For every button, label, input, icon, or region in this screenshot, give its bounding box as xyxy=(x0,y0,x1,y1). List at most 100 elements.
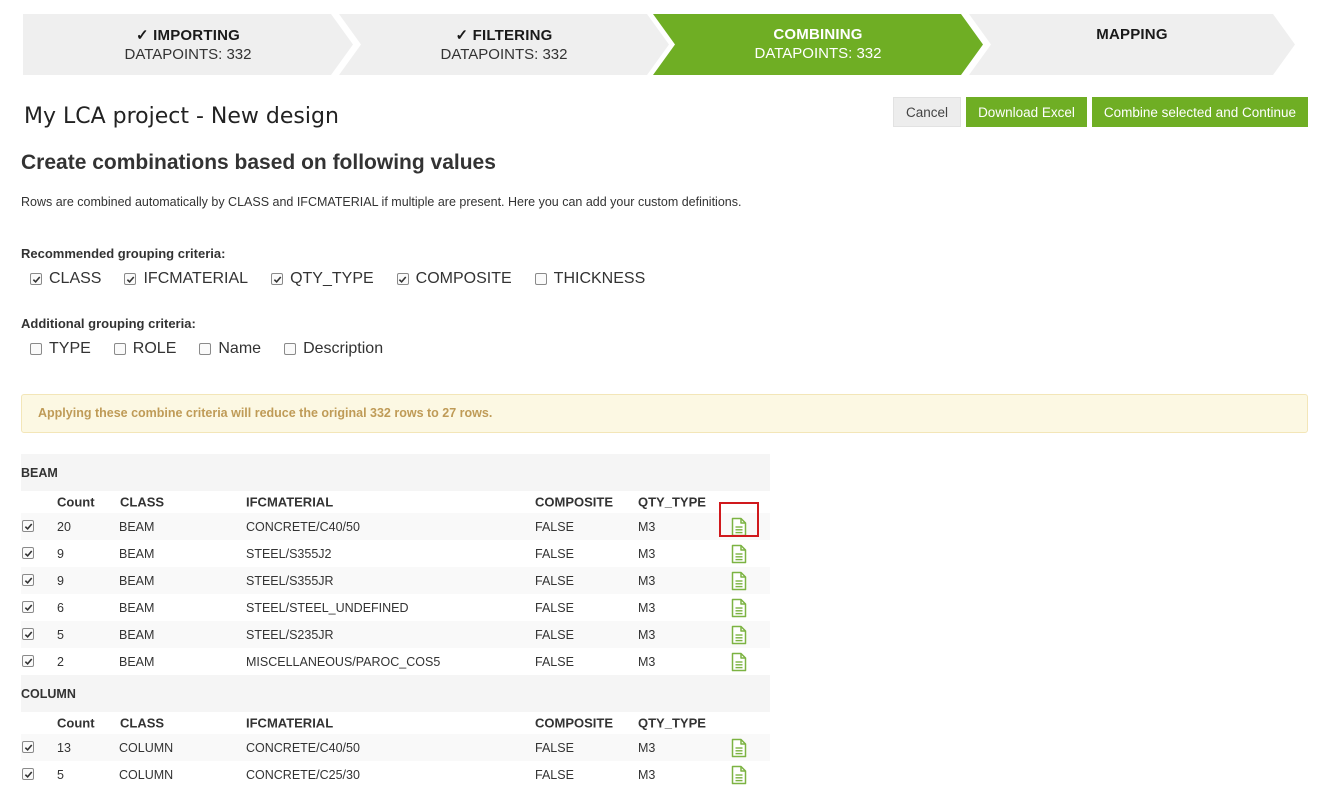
composite-header[interactable]: COMPOSITE xyxy=(535,495,613,510)
download-excel-button[interactable]: Download Excel xyxy=(966,97,1087,127)
additional-option-label: Name xyxy=(218,340,262,357)
row-details-button[interactable] xyxy=(729,598,749,618)
row-select-cell xyxy=(22,547,34,561)
cell-composite: FALSE xyxy=(535,654,574,669)
class-header[interactable]: CLASS xyxy=(120,716,164,731)
recommended-checkbox[interactable] xyxy=(30,273,42,285)
cell-qty: M3 xyxy=(638,654,656,669)
row-select-checkbox[interactable] xyxy=(22,628,34,640)
row-details-button[interactable] xyxy=(729,544,749,564)
highlight-box xyxy=(719,502,759,537)
reduction-alert: Applying these combine criteria will red… xyxy=(21,394,1308,433)
recommended-option-qty-type[interactable]: QTY_TYPE xyxy=(271,270,374,288)
qty-type-header[interactable]: QTY_TYPE xyxy=(638,495,706,510)
additional-checkbox[interactable] xyxy=(199,343,212,355)
row-select-checkbox[interactable] xyxy=(22,741,34,753)
recommended-checkbox[interactable] xyxy=(534,273,547,285)
count-header[interactable]: Count xyxy=(57,495,95,510)
cell-composite: FALSE xyxy=(535,767,574,782)
recommended-criteria: CLASS IFCMATERIAL QTY_TYPE COMPOSITE THICKNE… xyxy=(30,270,668,288)
row-select-checkbox[interactable] xyxy=(22,574,34,586)
recommended-criteria-label: Recommended grouping criteria: xyxy=(21,246,226,261)
composite-header[interactable]: COMPOSITE xyxy=(535,716,613,731)
step-filtering-shape xyxy=(339,14,669,75)
combination-table: BEAM Count CLASS IFCMATERIAL COMPOSITE QTY_TY… xyxy=(21,454,770,788)
combine-continue-button[interactable]: Combine selected and Continue xyxy=(1091,97,1308,127)
step-importing-title: ✓ IMPORTING xyxy=(136,27,240,44)
table-header: Count CLASS IFCMATERIAL COMPOSITE QTY_TYPE xyxy=(21,712,770,734)
recommended-option-composite[interactable]: COMPOSITE xyxy=(396,270,512,288)
cell-composite: FALSE xyxy=(535,740,574,755)
cell-class: COLUMN xyxy=(119,767,174,782)
step-mapping-title: MAPPING xyxy=(1096,26,1168,43)
row-details-button[interactable] xyxy=(729,652,749,672)
row-details-button[interactable] xyxy=(729,625,749,645)
ifcmaterial-header[interactable]: IFCMATERIAL xyxy=(246,716,333,731)
qty-type-header[interactable]: QTY_TYPE xyxy=(638,716,706,731)
checkmark-icon xyxy=(24,770,32,778)
table-row: 9 BEAM STEEL/S355J2 FALSE M3 xyxy=(21,540,770,567)
ifcmaterial-header[interactable]: IFCMATERIAL xyxy=(246,495,333,510)
cell-qty: M3 xyxy=(638,519,656,534)
cell-class: BEAM xyxy=(119,627,155,642)
document-icon[interactable] xyxy=(729,571,749,591)
table-row: 20 BEAM CONCRETE/C40/50 FALSE M3 xyxy=(21,502,770,540)
recommended-option-thickness[interactable]: THICKNESS xyxy=(534,270,645,288)
count-header[interactable]: Count xyxy=(57,716,95,731)
class-header[interactable]: CLASS xyxy=(120,495,164,510)
row-select-cell xyxy=(22,574,34,588)
cell-composite: FALSE xyxy=(535,627,574,642)
cell-composite: FALSE xyxy=(535,519,574,534)
cell-count: 5 xyxy=(57,627,64,642)
cell-composite: FALSE xyxy=(535,573,574,588)
cell-count: 20 xyxy=(57,519,71,534)
cell-class: BEAM xyxy=(119,654,155,669)
row-select-checkbox[interactable] xyxy=(22,520,34,532)
step-importing-shape xyxy=(23,14,353,75)
cell-count: 9 xyxy=(57,546,64,561)
recommended-option-ifcmaterial[interactable]: IFCMATERIAL xyxy=(124,270,248,288)
row-select-checkbox[interactable] xyxy=(22,655,34,667)
cell-material: STEEL/S355JR xyxy=(246,573,334,588)
row-details-button[interactable] xyxy=(729,765,749,785)
additional-criteria: TYPE ROLE Name Description xyxy=(30,340,406,358)
additional-option-label: ROLE xyxy=(132,340,177,357)
document-icon[interactable] xyxy=(729,765,749,785)
table-header: Count CLASS IFCMATERIAL COMPOSITE QTY_TYPE xyxy=(21,491,770,513)
document-icon[interactable] xyxy=(729,738,749,758)
project-title: My LCA project - New design xyxy=(24,104,339,129)
additional-option-role[interactable]: ROLE xyxy=(113,340,177,358)
recommended-checkbox[interactable] xyxy=(271,273,284,285)
cell-class: BEAM xyxy=(119,546,155,561)
additional-checkbox[interactable] xyxy=(113,343,126,355)
document-icon[interactable] xyxy=(729,652,749,672)
step-filtering-title: ✓ FILTERING xyxy=(455,27,553,44)
document-icon[interactable] xyxy=(729,625,749,645)
action-buttons: Cancel Download Excel Combine selected a… xyxy=(893,97,1308,127)
additional-option-type[interactable]: TYPE xyxy=(30,340,91,358)
additional-option-description[interactable]: Description xyxy=(284,340,383,358)
additional-checkbox[interactable] xyxy=(284,343,297,355)
row-select-checkbox[interactable] xyxy=(22,547,34,559)
document-icon[interactable] xyxy=(729,544,749,564)
checkmark-icon xyxy=(24,603,32,611)
checkmark-icon xyxy=(398,275,407,283)
recommended-checkbox[interactable] xyxy=(396,273,409,285)
recommended-checkbox[interactable] xyxy=(124,273,137,285)
recommended-option-label: IFCMATERIAL xyxy=(143,270,249,287)
cancel-button[interactable]: Cancel xyxy=(893,97,962,127)
additional-checkbox[interactable] xyxy=(30,343,42,355)
recommended-option-label: COMPOSITE xyxy=(415,270,512,287)
page-heading: Create combinations based on following v… xyxy=(21,151,496,174)
row-select-checkbox[interactable] xyxy=(22,768,34,780)
document-icon[interactable] xyxy=(729,598,749,618)
row-select-checkbox[interactable] xyxy=(22,601,34,613)
cell-material: MISCELLANEOUS/PAROC_COS5 xyxy=(246,654,441,669)
row-details-button[interactable] xyxy=(729,571,749,591)
recommended-option-class[interactable]: CLASS xyxy=(30,270,101,288)
table-row: 6 BEAM STEEL/STEEL_UNDEFINED FALSE M3 xyxy=(21,594,770,621)
row-details-button[interactable] xyxy=(729,738,749,758)
additional-option-name[interactable]: Name xyxy=(199,340,261,358)
cell-qty: M3 xyxy=(638,740,656,755)
cell-count: 9 xyxy=(57,573,64,588)
